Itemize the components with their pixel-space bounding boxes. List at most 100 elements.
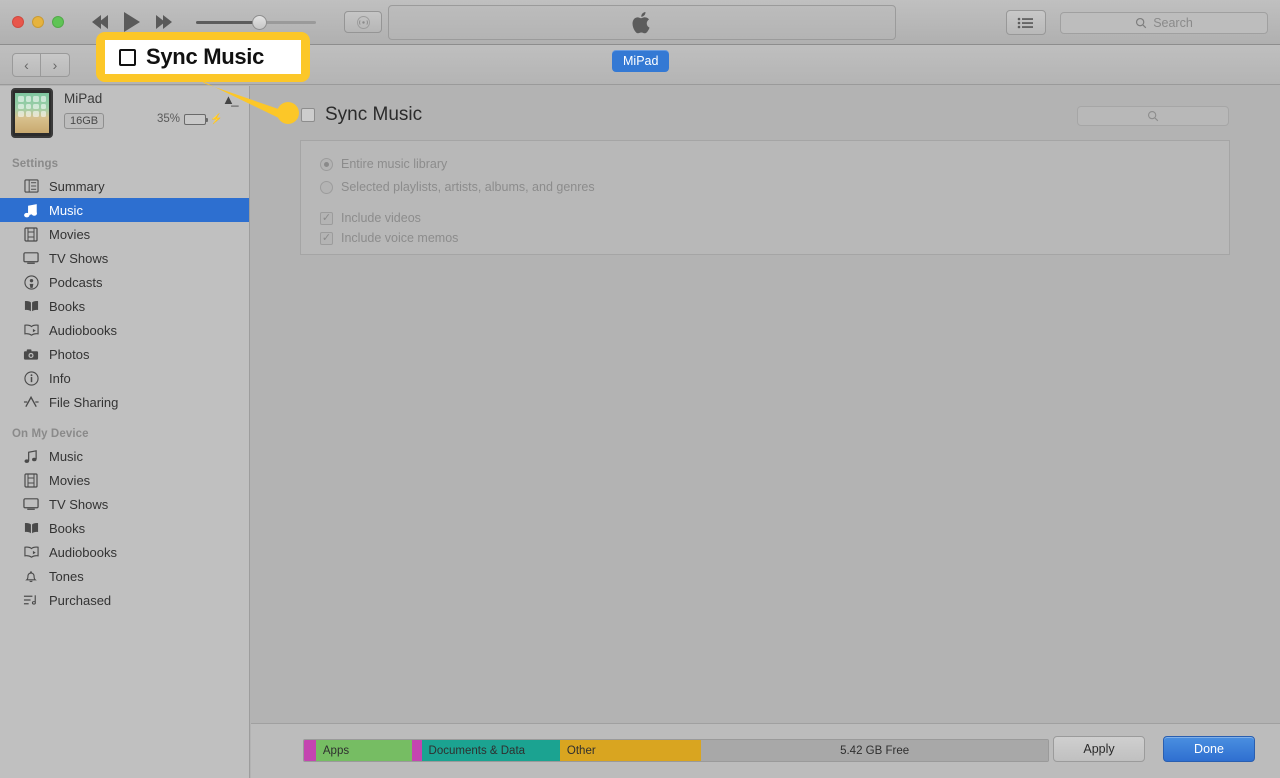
capacity-segment-label: Other [566,744,596,757]
sidebar-item-label: TV Shows [49,496,109,512]
battery-icon [184,113,209,125]
sidebar-item-podcasts[interactable]: Podcasts [0,270,249,294]
sidebar-item-label: File Sharing [49,394,119,410]
sidebar-item-audiobooks[interactable]: Audiobooks [0,318,249,342]
sidebar-device-item-purchased[interactable]: Purchased [0,588,249,612]
capacity-segment: Apps [315,740,412,761]
maximize-button[interactable] [52,16,64,28]
sidebar-device-item-books[interactable]: Books [0,516,249,540]
sync-music-checkbox[interactable] [301,108,315,122]
volume-track-filled [196,21,259,24]
apple-logo-icon [632,11,650,33]
sidebar-item-movies[interactable]: Movies [0,222,249,246]
radio-label: Selected playlists, artists, albums, and… [341,180,595,194]
sidebar-item-summary[interactable]: Summary [0,174,249,198]
sidebar-item-label: Info [49,370,71,386]
book-icon [22,520,40,536]
sidebar-device-item-music[interactable]: Music [0,444,249,468]
sidebar-device-item-audiobooks[interactable]: Audiobooks [0,540,249,564]
sidebar-item-books[interactable]: Books [0,294,249,318]
capacity-segment: 5.42 GB Free [701,740,1048,761]
sidebar-device-item-tv-shows[interactable]: TV Shows [0,492,249,516]
sidebar-settings-list: Summary Music Movies TV Shows Podcasts B… [0,174,249,414]
battery-percent: 35% [157,113,181,125]
rewind-icon[interactable] [92,15,108,29]
film-icon [22,226,40,242]
capacity-segment: Other [559,740,702,761]
close-button[interactable] [12,16,24,28]
checkbox-include-voice-memos[interactable]: ✓ Include voice memos [320,231,458,245]
device-tab-mipad[interactable]: MiPad [612,50,670,72]
sidebar-item-label: Music [49,202,83,218]
audiobook-icon [22,544,40,560]
device-capacity-badge: 16GB [64,113,105,129]
checkbox-include-videos[interactable]: ✓ Include videos [320,211,458,225]
volume-track-empty [258,21,316,24]
tv-icon [22,250,40,266]
apply-button[interactable]: Apply [1053,736,1145,762]
sidebar-item-label: Audiobooks [49,544,117,560]
charging-bolt-icon: ⚡ [210,113,223,125]
capacity-segment-label: 5.42 GB Free [840,744,910,757]
file-sharing-icon [22,394,40,410]
sidebar-item-info[interactable]: Info [0,366,249,390]
sidebar-device-item-movies[interactable]: Movies [0,468,249,492]
camera-icon [22,346,40,362]
include-options-group: ✓ Include videos ✓ Include voice memos [320,211,458,245]
fast-forward-icon[interactable] [156,15,172,29]
capacity-segment [411,740,422,761]
playlist-icon [22,592,40,608]
minimize-button[interactable] [32,16,44,28]
volume-knob[interactable] [252,15,268,30]
checkmark-icon: ✓ [320,211,333,225]
sidebar-item-label: Movies [49,472,91,488]
sidebar-item-label: Movies [49,226,91,242]
sidebar-item-music[interactable]: Music [0,198,249,222]
bell-icon [22,568,40,584]
device-name: MiPad [64,91,103,106]
content-search-field[interactable] [1077,106,1229,126]
airplay-button[interactable] [344,11,382,33]
global-search-field[interactable]: Search [1060,11,1268,34]
sidebar-item-label: Purchased [49,592,112,608]
now-playing-display [388,5,896,40]
checkmark-icon: ✓ [320,231,333,245]
sidebar: Settings Summary Music Movies TV Shows P… [0,86,250,778]
library-scope-radio-group: Entire music library Selected playlists,… [320,157,595,194]
volume-slider[interactable] [196,14,316,30]
radio-button-icon [320,180,333,194]
bottom-bar: Apps Documents & Data Other 5.42 GB Free Ap… [251,723,1280,778]
transport-controls [92,12,172,32]
done-button[interactable]: Done [1163,736,1255,762]
sidebar-item-photos[interactable]: Photos [0,342,249,366]
capacity-segment: Documents & Data [421,740,560,761]
list-view-button[interactable] [1006,10,1046,35]
back-button[interactable]: ‹ [12,53,41,77]
radio-label: Entire music library [341,157,448,171]
forward-button[interactable]: › [41,53,70,77]
summary-icon [22,178,40,194]
radio-entire-music-library[interactable]: Entire music library [320,157,595,171]
search-icon [1147,110,1159,122]
audiobook-icon [22,322,40,338]
traffic-lights [0,16,64,28]
sidebar-item-label: Music [49,448,83,464]
sync-music-label: Sync Music [325,104,423,125]
sidebar-item-file-sharing[interactable]: File Sharing [0,390,249,414]
sidebar-item-label: TV Shows [49,250,109,266]
battery-status: 35% ⚡ [157,113,222,125]
radio-button-selected-icon [320,157,333,171]
capacity-segment-label: Documents & Data [428,744,526,757]
sidebar-item-label: Tones [49,568,84,584]
sidebar-device-item-tones[interactable]: Tones [0,564,249,588]
music-note-icon [22,202,40,218]
play-icon[interactable] [124,12,140,32]
sidebar-item-label: Photos [49,346,90,362]
global-search-placeholder: Search [1153,15,1193,30]
device-thumbnail [11,88,53,138]
eject-icon[interactable]: ▲̲ [222,92,235,107]
radio-selected-playlists[interactable]: Selected playlists, artists, albums, and… [320,180,595,194]
sync-music-row[interactable]: Sync Music [301,104,422,126]
sidebar-item-tv-shows[interactable]: TV Shows [0,246,249,270]
sidebar-section-on-my-device-label: On My Device [12,428,89,440]
